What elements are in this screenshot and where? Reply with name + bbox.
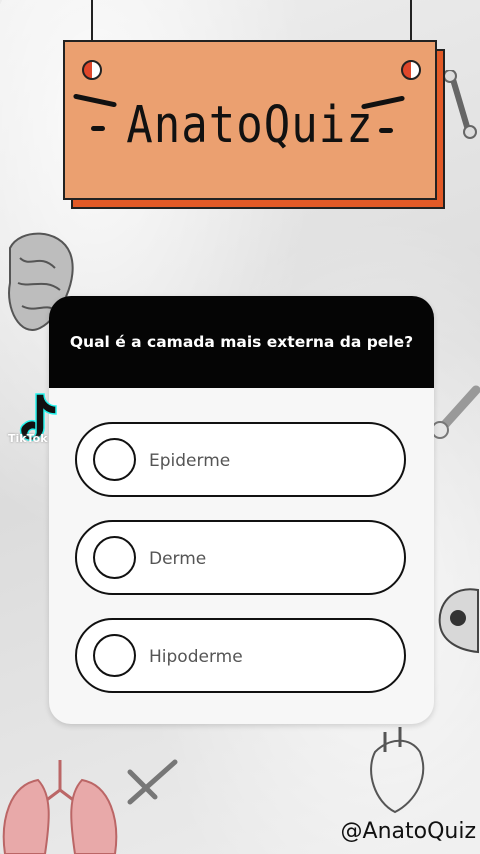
quiz-card: Qual é a camada mais externa da pele? Ep… [49, 296, 434, 724]
question-header: Qual é a camada mais externa da pele? [49, 296, 434, 388]
bone-doodle-top [443, 70, 477, 139]
option-hipoderme[interactable]: Hipoderme [75, 618, 406, 693]
pin-icon [401, 60, 421, 80]
pin-icon [82, 60, 102, 80]
tiktok-watermark-text: TikTok [8, 432, 48, 445]
heart-doodle [370, 727, 425, 814]
app-title: AnatoQuiz [126, 96, 374, 155]
account-handle: @AnatoQuiz [340, 819, 476, 844]
lungs-doodle [2, 760, 118, 854]
radio-button[interactable] [93, 536, 136, 579]
question-text: Qual é a camada mais externa da pele? [69, 333, 414, 351]
skull-doodle [438, 588, 479, 654]
bone-doodle-right [432, 385, 480, 439]
option-label: Derme [149, 549, 207, 569]
option-label: Hipoderme [149, 647, 243, 667]
radio-button[interactable] [93, 438, 136, 481]
option-epiderme[interactable]: Epiderme [75, 422, 406, 497]
bones-doodle-bottom [127, 759, 178, 805]
title-sign: AnatoQuiz [63, 40, 437, 200]
radio-button[interactable] [93, 634, 136, 677]
option-label: Epiderme [149, 451, 231, 471]
option-derme[interactable]: Derme [75, 520, 406, 595]
